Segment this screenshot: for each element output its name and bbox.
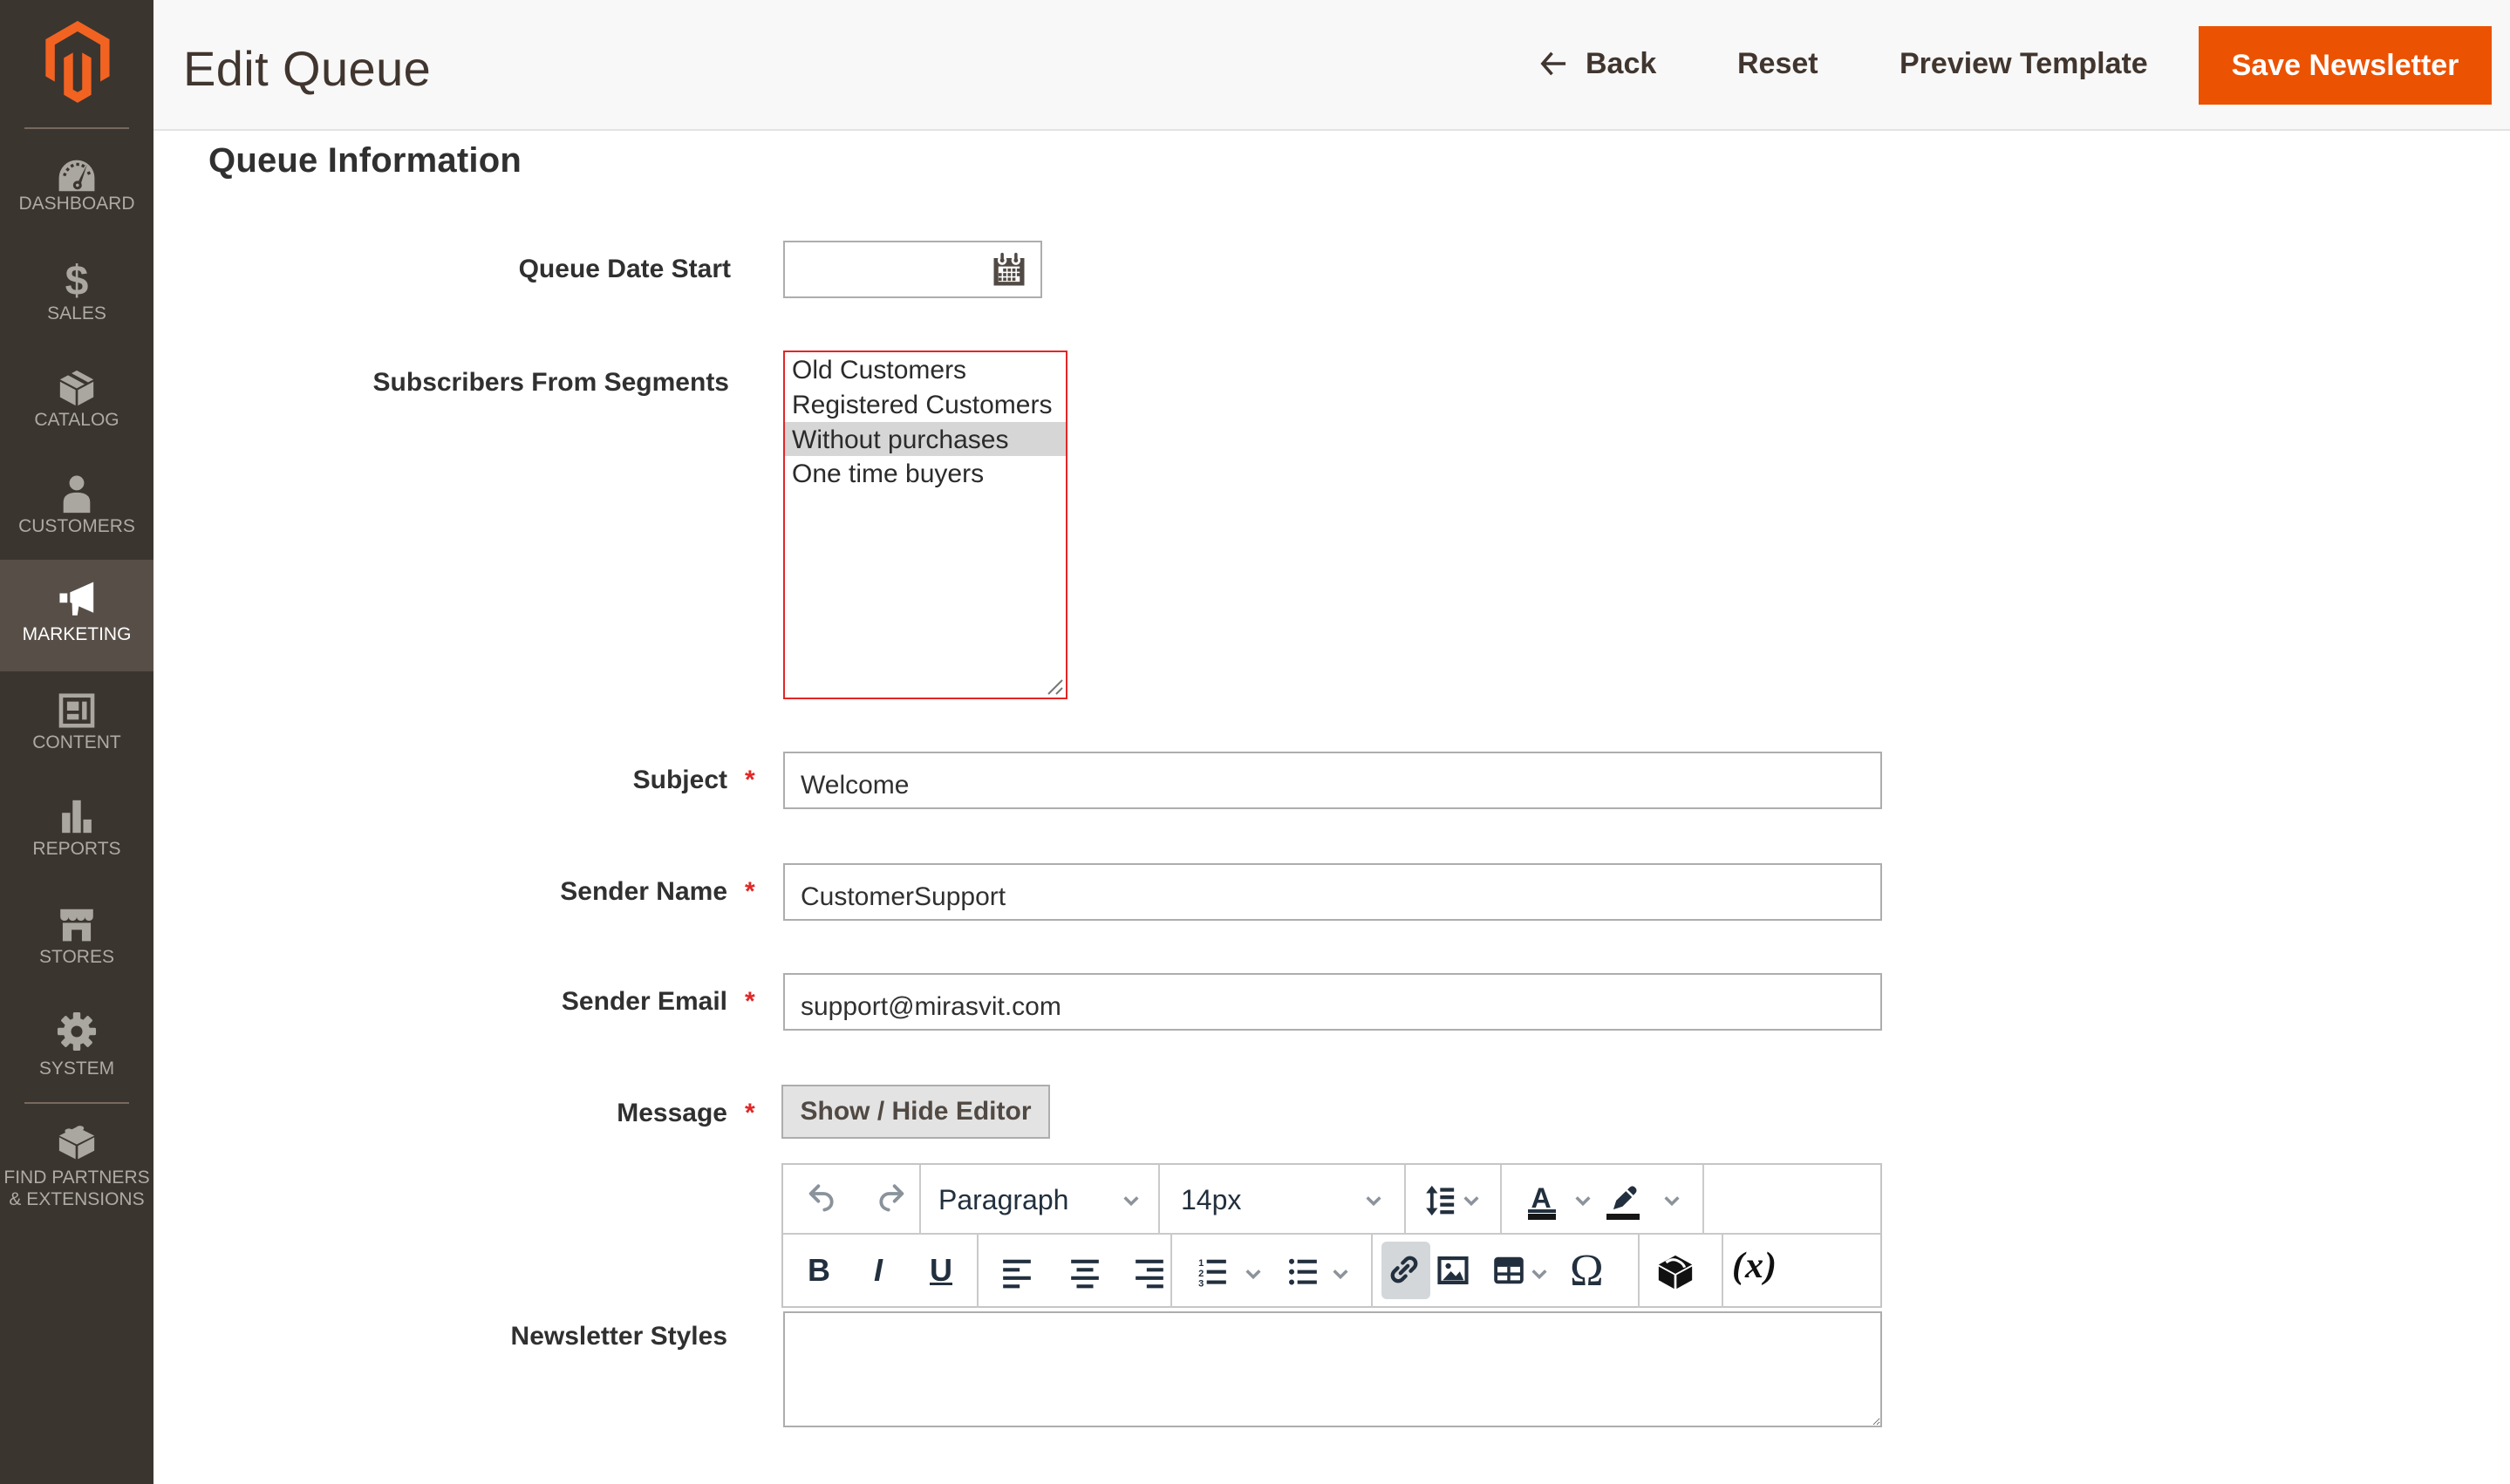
svg-text:1: 1: [1198, 1258, 1204, 1269]
svg-text:2: 2: [1198, 1269, 1204, 1279]
svg-text:3: 3: [1198, 1279, 1204, 1289]
